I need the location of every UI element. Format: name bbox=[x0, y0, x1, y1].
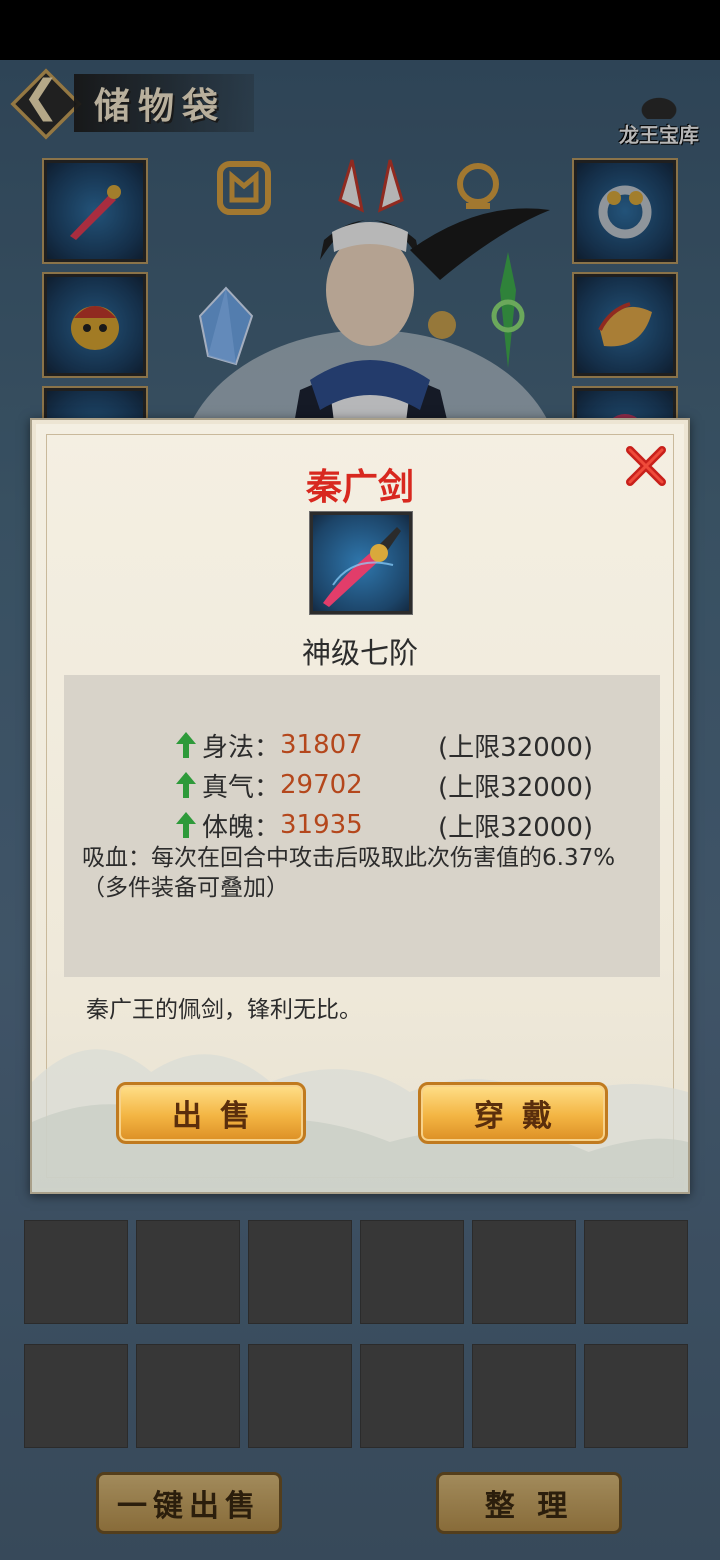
stat-row: 真气： 29702 (上限32000) bbox=[174, 767, 654, 803]
stat-row: 身法： 31807 (上限32000) bbox=[174, 727, 654, 763]
up-arrow-icon bbox=[176, 772, 196, 798]
sword-icon bbox=[323, 527, 401, 607]
stat-value: 31935 bbox=[280, 810, 363, 840]
stat-cap: (上限32000) bbox=[438, 732, 594, 763]
item-detail-popup: 秦广剑 神级七阶 身法： 31807 (上限32000) 真气： 29702 (… bbox=[30, 418, 690, 1194]
equip-button[interactable]: 穿戴 bbox=[418, 1082, 608, 1144]
up-arrow-icon bbox=[176, 732, 196, 758]
stat-cap: (上限32000) bbox=[438, 772, 594, 803]
item-name: 秦广剑 bbox=[305, 467, 414, 508]
item-icon-frame bbox=[309, 511, 413, 615]
special-effect-text: 吸血：每次在回合中攻击后吸取此次伤害值的6.37%（多件装备可叠加） bbox=[82, 845, 616, 901]
stat-value: 29702 bbox=[280, 770, 363, 800]
stat-row: 体魄： 31935 (上限32000) bbox=[174, 807, 654, 843]
stat-value: 31807 bbox=[280, 730, 363, 760]
stats-panel: 身法： 31807 (上限32000) 真气： 29702 (上限32000) … bbox=[64, 675, 660, 977]
stat-label: 真气： bbox=[202, 772, 281, 803]
stat-cap: (上限32000) bbox=[438, 812, 594, 843]
stat-label: 体魄： bbox=[202, 812, 281, 843]
item-description: 秦广王的佩剑，锋利无比。 bbox=[86, 997, 362, 1023]
up-arrow-icon bbox=[176, 812, 196, 838]
item-grade: 神级七阶 bbox=[301, 636, 418, 670]
stat-label: 身法： bbox=[202, 732, 281, 763]
sell-button[interactable]: 出售 bbox=[116, 1082, 306, 1144]
